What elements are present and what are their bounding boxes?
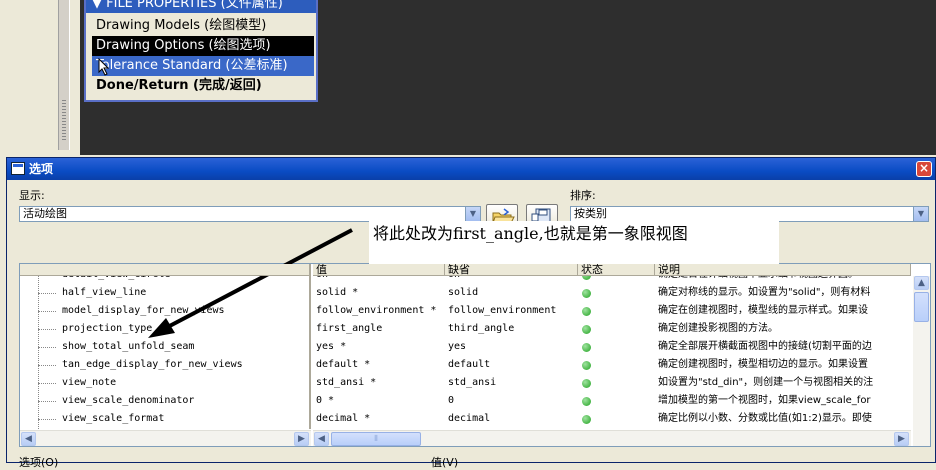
show-select[interactable]: 活动绘图 ▼ (19, 206, 481, 222)
status-ok-icon (582, 325, 591, 334)
cell-default[interactable]: third_angle (448, 320, 576, 338)
cell-default[interactable]: solid (448, 284, 576, 302)
tree-connector-tick (38, 311, 56, 312)
column-header-value[interactable]: 值 (313, 264, 445, 276)
status-ok-icon (582, 379, 591, 388)
menu-manager-panel: ▼ FILE PROPERTIES (文件属性) Drawing Models … (84, 0, 318, 102)
cell-value[interactable]: first_angle (316, 320, 444, 338)
scroll-right-arrow-icon[interactable]: ▶ (894, 432, 909, 446)
show-label: 显示: (19, 189, 45, 202)
sort-label: 排序: (570, 189, 596, 202)
sort-select-value: 按类别 (574, 207, 607, 220)
cell-default[interactable]: decimal (448, 410, 576, 428)
mouse-cursor-icon (98, 58, 110, 76)
dialog-titlebar[interactable]: 选项 × (7, 158, 935, 180)
menu-item-drawing-models[interactable]: Drawing Models (绘图模型) (92, 16, 314, 36)
tree-connector-tick (38, 347, 56, 348)
scroll-left-arrow-icon[interactable]: ◀ (314, 432, 329, 446)
options-table: detail_view_circlehalf_view_linemodel_di… (19, 263, 931, 447)
status-ok-icon (582, 361, 591, 370)
option-name-model-display-for-new-views[interactable]: model_display_for_new_views (62, 302, 309, 320)
value-label: 值(V) (431, 456, 459, 469)
option-name-view-scale-format[interactable]: view_scale_format (62, 410, 309, 428)
cell-value[interactable]: std_ansi * (316, 374, 444, 392)
cell-desc[interactable]: 确定对称线的显示。如设置为"solid"，则有材料 (658, 284, 912, 302)
tree-connector-tick (38, 293, 56, 294)
tree-connector-tick (38, 401, 56, 402)
option-name-tan-edge-display-for-new-views[interactable]: tan_edge_display_for_new_views (62, 356, 309, 374)
scroll-thumb[interactable]: ⦀ (331, 432, 421, 446)
cell-desc[interactable]: 确定全部展开横截面视图中的接缝(切割平面的边 (658, 338, 912, 356)
column-header-default[interactable]: 缺省 (445, 264, 578, 276)
cell-value[interactable]: follow_environment * (316, 302, 444, 320)
tree-connector-tick (38, 365, 56, 366)
tree-connector-tick (38, 419, 56, 420)
tree-horizontal-scrollbar[interactable]: ◀ ▶ (20, 430, 311, 446)
option-name-projection-type[interactable]: projection_type (62, 320, 309, 338)
column-header-status[interactable]: 状态 (578, 264, 655, 276)
option-name-half-view-line[interactable]: half_view_line (62, 284, 309, 302)
menu-item-drawing-options[interactable]: Drawing Options (绘图选项) (92, 36, 314, 56)
cell-value[interactable]: default * (316, 356, 444, 374)
table-vertical-scrollbar[interactable]: ▲ (913, 276, 930, 446)
cell-default[interactable]: 0 (448, 392, 576, 410)
chevron-down-icon[interactable]: ▼ (913, 207, 928, 221)
tree-connector-tick (38, 383, 56, 384)
option-name-tree: detail_view_circlehalf_view_linemodel_di… (20, 264, 311, 429)
status-ok-icon (582, 289, 591, 298)
show-select-value: 活动绘图 (23, 207, 67, 220)
status-ok-icon (582, 415, 591, 424)
cell-value[interactable]: yes * (316, 338, 444, 356)
option-name-show-total-unfold-seam[interactable]: show_total_unfold_seam (62, 338, 309, 356)
scroll-right-arrow-icon[interactable]: ▶ (294, 432, 309, 446)
cell-default[interactable]: yes (448, 338, 576, 356)
cell-value[interactable]: solid * (316, 284, 444, 302)
status-ok-icon (582, 397, 591, 406)
options-dialog: 选项 × 显示: 活动绘图 ▼ 排序: 按类别 ▼ detail_view_ci… (6, 157, 936, 469)
table-horizontal-scrollbar[interactable]: ◀ ⦀ ▶ (313, 430, 911, 446)
cell-value[interactable]: decimal * (316, 410, 444, 428)
sort-select[interactable]: 按类别 ▼ (570, 206, 929, 222)
cell-desc[interactable]: 确定在创建视图时，模型线的显示样式。如果设 (658, 302, 912, 320)
annotation-callout: 将此处改为first_angle,也就是第一象限视图 (369, 221, 779, 269)
bottom-labels: 选项(O) 值(V) (19, 454, 458, 470)
chevron-down-icon[interactable]: ▼ (465, 207, 480, 221)
cell-desc[interactable]: 确定创建视图时，模型相切边的显示。如果设置 (658, 356, 912, 374)
scroll-up-arrow-icon[interactable]: ▲ (914, 276, 929, 290)
cell-default[interactable]: default (448, 356, 576, 374)
cell-desc[interactable]: 增加模型的第一个视图时，如果view_scale_for (658, 392, 912, 410)
menu-item-done-return[interactable]: Done/Return (完成/返回) (92, 76, 314, 96)
close-button[interactable]: × (916, 161, 932, 177)
status-ok-icon (582, 307, 591, 316)
window-icon (11, 162, 25, 175)
option-name-view-note[interactable]: view_note (62, 374, 309, 392)
cell-desc[interactable]: 确定创建投影视图的方法。 (658, 320, 912, 338)
vertical-scroll-thumb[interactable] (914, 292, 929, 322)
cell-desc[interactable]: 确定比例以小数、分数或比值(如1:2)显示。即使 (658, 410, 912, 428)
scroll-left-arrow-icon[interactable]: ◀ (21, 432, 36, 446)
cell-default[interactable]: std_ansi (448, 374, 576, 392)
tree-connector-tick (38, 329, 56, 330)
left-panel-sash[interactable] (58, 0, 70, 150)
cell-value[interactable]: 0 * (316, 392, 444, 410)
menu-item-tolerance-standard[interactable]: Tolerance Standard (公差标准) (92, 56, 314, 76)
menu-header-file-properties[interactable]: ▼ FILE PROPERTIES (文件属性) (86, 0, 316, 13)
option-name-view-scale-denominator[interactable]: view_scale_denominator (62, 392, 309, 410)
column-header-description[interactable]: 说明 (655, 264, 911, 276)
status-ok-icon (582, 343, 591, 352)
cell-desc[interactable]: 如设置为"std_din"，则创建一个与视图相关的注 (658, 374, 912, 392)
tree-column-header (20, 264, 309, 276)
dialog-title: 选项 (29, 162, 54, 176)
cell-default[interactable]: follow_environment (448, 302, 576, 320)
